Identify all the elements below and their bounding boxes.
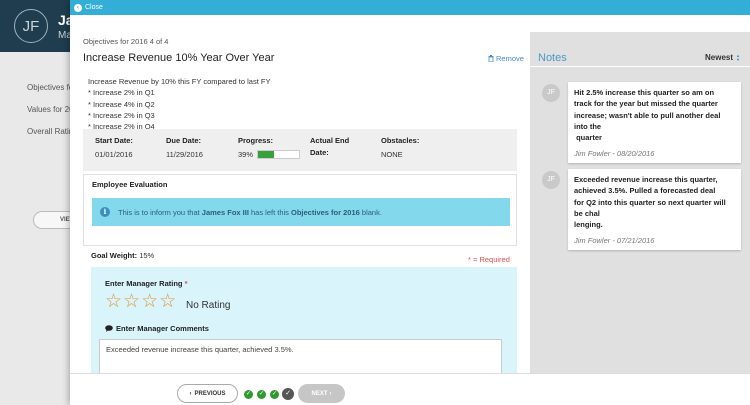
notes-panel: Notes Newest ▲ ▼ JF Hit 2.5% increase thi… bbox=[530, 32, 750, 373]
actual-end-date-field: Actual End Date: bbox=[310, 136, 349, 157]
required-note: * = Required bbox=[468, 255, 510, 264]
progress-label: Progress: bbox=[238, 136, 274, 145]
start-date-field: Start Date: 01/01/2016 bbox=[95, 136, 133, 159]
progress-bar bbox=[257, 150, 301, 159]
goal-weight-value: 15% bbox=[137, 251, 155, 260]
note-text: Exceeded revenue increase this quarter, … bbox=[574, 175, 726, 230]
back-arrow-icon: ‹ bbox=[74, 3, 82, 12]
note-card: Hit 2.5% increase this quarter so am on … bbox=[568, 82, 741, 164]
objective-title: Increase Revenue 10% Year Over Year bbox=[83, 52, 275, 64]
obstacles-field: Obstacles: NONE bbox=[381, 136, 419, 159]
objective-details: Start Date: 01/01/2016 Due Date: 11/29/2… bbox=[83, 129, 517, 171]
required-asterisk: * bbox=[184, 279, 188, 288]
rating-value: No Rating bbox=[186, 300, 231, 311]
obstacles-label: Obstacles: bbox=[381, 136, 420, 145]
close-label: Close bbox=[85, 4, 103, 11]
star-icon[interactable]: ☆ bbox=[159, 291, 176, 311]
actual-end-date-label-2: Date: bbox=[310, 148, 329, 157]
manager-comments-label: Enter Manager Comments bbox=[105, 324, 209, 333]
chevron-left-icon: ‹ bbox=[189, 390, 192, 397]
progress-bar-fill bbox=[258, 151, 274, 158]
info-icon: i bbox=[100, 207, 110, 217]
step-current-icon[interactable]: ✓ bbox=[282, 388, 294, 400]
objective-panel: Objectives for 2016 4 of 4 Increase Reve… bbox=[70, 15, 530, 373]
description-line: Increase Revenue by 10% this FY compared… bbox=[88, 77, 271, 86]
manager-comments-input[interactable]: Exceeded revenue increase this quarter, … bbox=[99, 339, 502, 373]
comment-icon bbox=[105, 325, 113, 332]
employee-evaluation-title: Employee Evaluation bbox=[92, 180, 168, 189]
start-date-value: 01/01/2016 bbox=[95, 150, 133, 159]
step-complete-icon[interactable]: ✓ bbox=[244, 390, 253, 399]
alert-text: This is to inform you that James Fox III… bbox=[118, 207, 382, 217]
next-button[interactable]: NEXT › bbox=[298, 384, 345, 403]
background-item-objectives: Objectives for bbox=[27, 83, 76, 92]
due-date-value: 11/29/2016 bbox=[166, 150, 203, 159]
chevron-right-icon: › bbox=[329, 390, 332, 397]
note-meta: Jim Fowler - 08/20/2016 bbox=[574, 149, 655, 159]
manager-rating-label: Enter Manager Rating * bbox=[105, 279, 188, 288]
description-line: * Increase 2% in Q1 bbox=[88, 88, 155, 98]
actual-end-date-label: Actual End bbox=[310, 136, 350, 145]
description-line: * Increase 4% in Q2 bbox=[88, 99, 155, 109]
star-icon[interactable]: ☆ bbox=[123, 291, 140, 311]
notes-title: Notes bbox=[538, 52, 567, 64]
note-text: Hit 2.5% increase this quarter so am on … bbox=[574, 88, 721, 143]
star-icon[interactable]: ☆ bbox=[105, 291, 122, 311]
background-item-values: Values for 20 bbox=[27, 105, 74, 114]
objective-description: Increase Revenue by 10% this FY compared… bbox=[88, 76, 270, 132]
blank-evaluation-alert: i This is to inform you that James Fox I… bbox=[92, 198, 510, 226]
remove-button[interactable]: Remove bbox=[488, 54, 524, 63]
goal-weight-label: Goal Weight: bbox=[91, 251, 138, 260]
due-date-field: Due Date: 11/29/2016 bbox=[166, 136, 203, 159]
note-card: Exceeded revenue increase this quarter, … bbox=[568, 169, 741, 251]
progress-field: Progress: 39% bbox=[238, 136, 301, 159]
sort-icon: ▲ ▼ bbox=[736, 52, 740, 62]
previous-label: PREVIOUS bbox=[194, 390, 226, 397]
objective-modal: ‹ Close Objectives for 2016 4 of 4 Incre… bbox=[70, 0, 750, 405]
employee-evaluation-section: Employee Evaluation i This is to inform … bbox=[83, 174, 517, 246]
remove-label: Remove bbox=[496, 54, 524, 63]
sort-label: Newest bbox=[705, 53, 734, 62]
star-icon[interactable]: ☆ bbox=[141, 291, 158, 311]
star-rating[interactable]: ☆ ☆ ☆ ☆ bbox=[105, 291, 176, 311]
footer-navigation: ‹ PREVIOUS ✓ ✓ ✓ ✓ NEXT › bbox=[70, 373, 750, 405]
sort-newest-button[interactable]: Newest ▲ ▼ bbox=[705, 53, 740, 62]
breadcrumb: Objectives for 2016 4 of 4 bbox=[83, 37, 169, 46]
progress-value: 39% bbox=[238, 150, 254, 159]
step-complete-icon[interactable]: ✓ bbox=[270, 390, 279, 399]
close-button[interactable]: ‹ Close bbox=[70, 0, 750, 15]
obstacles-value: NONE bbox=[381, 150, 403, 159]
description-line: * Increase 2% in Q3 bbox=[88, 110, 155, 120]
manager-rating-section: Enter Manager Rating * ☆ ☆ ☆ ☆ No Rating… bbox=[91, 267, 517, 373]
step-complete-icon[interactable]: ✓ bbox=[257, 390, 266, 399]
divider bbox=[530, 66, 750, 67]
note-avatar: JF bbox=[542, 84, 560, 102]
start-date-label: Start Date: bbox=[95, 136, 133, 145]
note-avatar: JF bbox=[542, 171, 560, 189]
background-avatar: JF bbox=[14, 9, 48, 43]
goal-weight: Goal Weight: 15% bbox=[91, 251, 154, 260]
previous-button[interactable]: ‹ PREVIOUS bbox=[177, 384, 238, 403]
next-label: NEXT bbox=[311, 390, 328, 397]
note-meta: Jim Fowler - 07/21/2016 bbox=[574, 236, 655, 246]
due-date-label: Due Date: bbox=[166, 136, 202, 145]
trash-icon bbox=[488, 55, 494, 62]
